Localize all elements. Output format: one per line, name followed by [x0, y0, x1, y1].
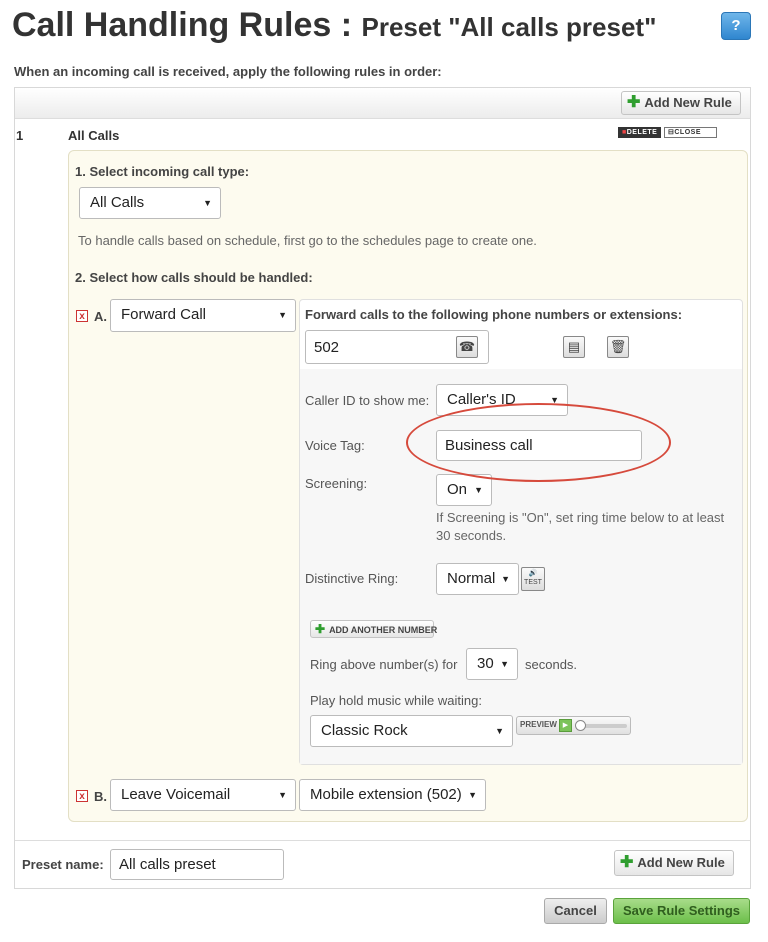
dropdown-caret-icon: ▼: [495, 726, 504, 736]
phone-book-icon[interactable]: ☎: [456, 336, 478, 358]
add-another-number-button[interactable]: ✚ ADD ANOTHER NUMBER: [310, 620, 437, 638]
dropdown-caret-icon: ▼: [203, 198, 212, 208]
intro-text: When an incoming call is received, apply…: [14, 64, 442, 79]
voice-tag-label: Voice Tag:: [305, 438, 365, 453]
page-title-main: Call Handling Rules :: [12, 6, 362, 44]
action-b-letter: B.: [94, 789, 107, 804]
notes-icon[interactable]: ▤: [563, 336, 585, 358]
add-new-rule-button-bottom[interactable]: ✚ Add New Rule: [614, 850, 734, 876]
schedule-hint: To handle calls based on schedule, first…: [78, 233, 537, 248]
action-a-select[interactable]: Forward Call ▼: [110, 299, 296, 332]
dropdown-caret-icon: ▼: [278, 310, 287, 320]
dropdown-caret-icon: ▼: [501, 574, 510, 584]
caller-id-label: Caller ID to show me:: [305, 393, 430, 408]
rule-number: 1: [16, 128, 24, 143]
ring-seconds-select[interactable]: 30 ▼: [466, 648, 518, 680]
distinctive-ring-select[interactable]: Normal ▼: [436, 563, 519, 595]
screening-hint: If Screening is "On", set ring time belo…: [436, 510, 725, 543]
ring-test-button[interactable]: 🔊 TEST: [521, 567, 545, 591]
dropdown-caret-icon: ▼: [468, 790, 477, 800]
action-a-letter: A.: [94, 309, 107, 324]
rule-name: All Calls: [68, 128, 120, 143]
close-rule-button[interactable]: ⊟CLOSE: [664, 127, 717, 138]
dropdown-caret-icon: ▼: [474, 485, 483, 495]
preset-name-label: Preset name:: [22, 857, 104, 872]
plus-icon: ✚: [315, 622, 326, 636]
action-b-select[interactable]: Leave Voicemail ▼: [110, 779, 296, 811]
page-title-preset: Preset "All calls preset": [361, 12, 657, 42]
add-new-rule-label: Add New Rule: [644, 95, 732, 110]
delete-rule-button[interactable]: ■DELETE: [618, 127, 662, 138]
dropdown-caret-icon: ▼: [278, 790, 287, 800]
voicemail-target-select[interactable]: Mobile extension (502) ▼: [299, 779, 486, 811]
help-button[interactable]: ?: [721, 12, 751, 40]
preview-label: PREVIEW: [520, 720, 557, 729]
page-title: Call Handling Rules : Preset "All calls …: [12, 6, 656, 45]
volume-slider-handle[interactable]: [575, 720, 586, 731]
plus-icon: ✚: [627, 94, 641, 111]
play-icon[interactable]: ▶: [559, 719, 572, 732]
cancel-button[interactable]: Cancel: [544, 898, 607, 924]
dropdown-caret-icon: ▼: [500, 659, 509, 669]
hold-music-select[interactable]: Classic Rock ▼: [310, 715, 513, 747]
step1-label: 1. Select incoming call type:: [75, 164, 250, 179]
add-new-rule-button-top[interactable]: ✚ Add New Rule: [621, 91, 741, 115]
hold-music-preview-player: PREVIEW ▶: [516, 716, 631, 735]
seconds-label: seconds.: [525, 657, 578, 672]
ring-above-label: Ring above number(s) for: [310, 657, 458, 672]
hold-music-label: Play hold music while waiting:: [310, 693, 482, 708]
trash-icon[interactable]: 🗑: [607, 336, 629, 358]
footer-divider: [15, 840, 750, 841]
forward-heading: Forward calls to the following phone num…: [305, 307, 683, 322]
remove-action-b-icon[interactable]: x: [76, 790, 88, 802]
screening-select[interactable]: On ▼: [436, 474, 492, 506]
save-rule-settings-button[interactable]: Save Rule Settings: [613, 898, 750, 924]
call-type-select[interactable]: All Calls ▼: [79, 187, 221, 219]
remove-action-a-icon[interactable]: x: [76, 310, 88, 322]
distinctive-ring-label: Distinctive Ring:: [305, 571, 399, 586]
plus-icon: ✚: [620, 854, 634, 871]
highlight-annotation: [406, 403, 671, 482]
screening-label: Screening:: [305, 476, 368, 491]
speaker-icon: 🔊: [528, 570, 538, 577]
preset-name-input[interactable]: All calls preset: [110, 849, 284, 880]
step2-label: 2. Select how calls should be handled:: [75, 270, 313, 285]
